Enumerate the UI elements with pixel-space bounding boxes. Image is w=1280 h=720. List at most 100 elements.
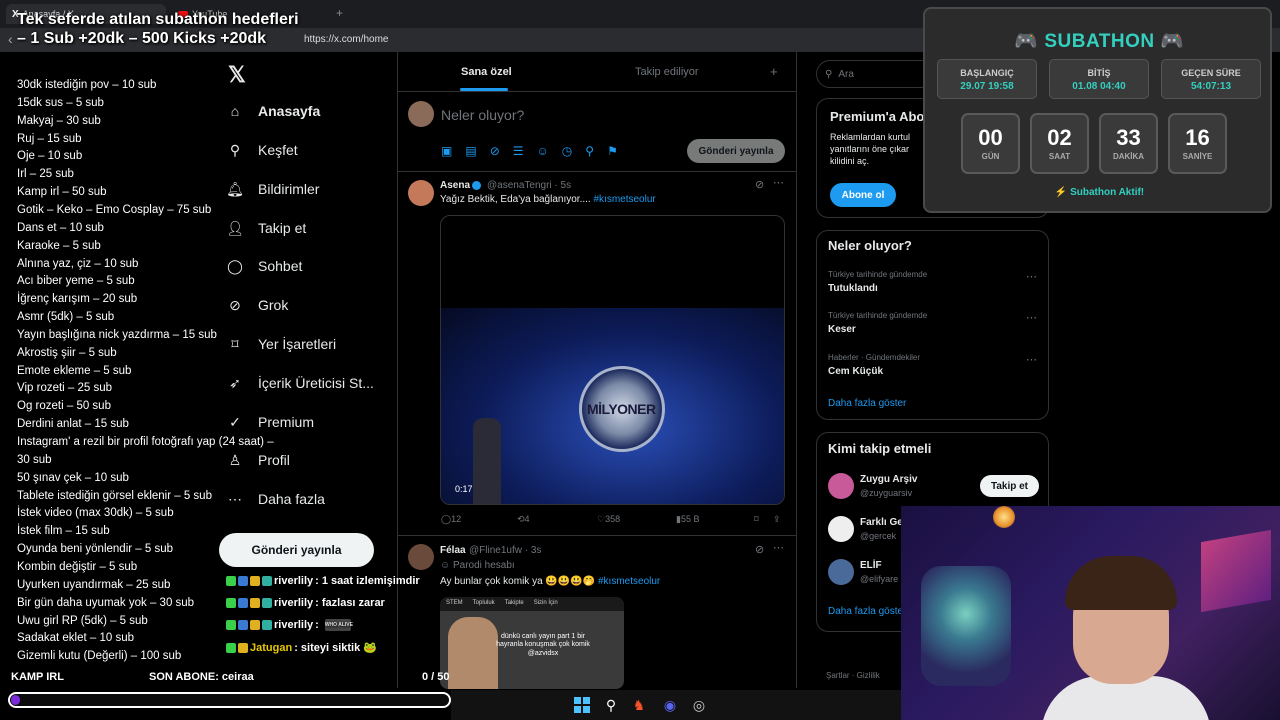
nav-label: Keşfet xyxy=(258,142,298,158)
goal-item: Uyurken uyandırmak – 25 sub xyxy=(17,578,171,591)
tweet-author[interactable]: Félaa xyxy=(440,545,466,556)
goal-item: İğrenç karışım – 20 sub xyxy=(17,293,138,306)
compose-input[interactable]: Neler oluyor? xyxy=(441,107,524,123)
countdown-hours: 02 SAAT xyxy=(1030,113,1089,174)
chat-username: riverlily xyxy=(274,619,314,631)
trend-item[interactable]: Tutuklandı xyxy=(828,283,878,294)
search-icon: ⚲ xyxy=(229,141,241,158)
nav-bookmarks[interactable]: ⌑ Yer İşaretleri xyxy=(226,335,336,353)
more-options-icon[interactable]: ⋯ xyxy=(773,541,784,554)
avatar[interactable] xyxy=(828,473,854,499)
goal-item: Oyunda beni yönlendir – 5 sub xyxy=(17,543,173,556)
show-more-follow-link[interactable]: Daha fazla göster xyxy=(828,606,906,617)
more-options-icon[interactable]: ⋯ xyxy=(773,176,784,189)
goal-item: Gotik – Keko – Emo Cosplay – 75 sub xyxy=(17,203,212,216)
location-icon[interactable]: ⚲ xyxy=(585,144,594,158)
views-button[interactable]: ▮ 55 B xyxy=(676,514,699,525)
windows-start-icon[interactable] xyxy=(573,696,591,714)
trend-item[interactable]: Keser xyxy=(828,324,856,335)
new-tab-button[interactable]: + xyxy=(336,6,343,20)
nav-chat[interactable]: ◯ Sohbet xyxy=(226,257,302,275)
tweet-handle[interactable]: @asenaTengri · 5s xyxy=(487,180,571,191)
like-button[interactable]: ♡ 358 xyxy=(597,514,620,525)
grok-icon[interactable]: ⊘ xyxy=(755,543,764,556)
post-button[interactable]: Gönderi yayınla xyxy=(219,533,374,567)
subscribe-button[interactable]: Abone ol xyxy=(830,183,896,207)
goal-item: Derdini anlat – 15 sub xyxy=(17,418,129,431)
flag-icon[interactable]: ⚑ xyxy=(607,144,618,158)
compose-post-button[interactable]: Gönderi yayınla xyxy=(687,139,785,163)
nav-premium[interactable]: ✓ Premium xyxy=(226,413,314,431)
badge-icon xyxy=(238,576,248,586)
follow-button[interactable]: Takip et xyxy=(980,475,1039,497)
follow-suggestion-name[interactable]: ELİF xyxy=(860,560,882,571)
follow-icon: 👤︎ xyxy=(226,219,244,236)
chat-message: riverlily: fazlası zarar xyxy=(226,597,385,609)
end-time-box: BİTİŞ 01.08 04:40 xyxy=(1049,59,1149,99)
back-arrow-icon[interactable]: ‹ xyxy=(8,31,13,47)
tab-following[interactable]: Takip ediliyor xyxy=(635,66,699,78)
nav-home[interactable]: ⌂ Anasayfa xyxy=(226,102,321,120)
video-frame: MİLYONER xyxy=(441,308,784,504)
avatar[interactable] xyxy=(828,559,854,585)
poll-icon[interactable]: ☰ xyxy=(513,144,524,158)
more-options-icon[interactable]: ⋯ xyxy=(1026,311,1037,324)
tweet-author[interactable]: Asena xyxy=(440,180,482,191)
schedule-icon[interactable]: ◷ xyxy=(562,144,572,158)
share-icon[interactable]: ⇪ xyxy=(773,514,781,525)
goal-progress-bar xyxy=(8,692,451,708)
elapsed-value: 54:07:13 xyxy=(1190,81,1232,92)
trend-item[interactable]: Cem Küçük xyxy=(828,366,883,377)
hashtag-link[interactable]: #kısmetseolur xyxy=(593,194,655,205)
url-field[interactable]: https://x.com/home xyxy=(304,34,388,45)
reply-button[interactable]: ◯ 12 xyxy=(441,514,461,525)
nav-creator-studio[interactable]: ➶ İçerik Üreticisi St... xyxy=(226,374,374,392)
goal-item: Og rozeti – 50 sub xyxy=(17,400,111,413)
follow-suggestion-handle: @gercek xyxy=(860,531,897,541)
follow-suggestion-name[interactable]: Zuygu Arşiv xyxy=(860,474,917,485)
nav-follow[interactable]: 👤︎ Takip et xyxy=(226,219,306,237)
avatar[interactable] xyxy=(408,180,434,206)
nav-grok[interactable]: ⊘ Grok xyxy=(226,296,288,314)
countdown-number: 16 xyxy=(1185,125,1210,150)
start-value: 29.07 19:58 xyxy=(960,81,1014,92)
avatar[interactable] xyxy=(828,516,854,542)
chat-text: : xyxy=(315,619,319,631)
badge-icon xyxy=(250,598,260,608)
hashtag-link[interactable]: #kısmetseolur xyxy=(598,576,660,587)
tab-for-you[interactable]: Sana özel xyxy=(461,66,512,78)
add-tab-icon[interactable]: + xyxy=(770,64,778,79)
retweet-button[interactable]: ⟲ 4 xyxy=(517,514,530,525)
discord-icon[interactable]: ◉ xyxy=(661,696,679,714)
image-icon[interactable]: ▣ xyxy=(441,144,452,158)
tweet-handle[interactable]: @Fline1ufw · 3s xyxy=(469,545,541,556)
obs-icon[interactable]: ◎ xyxy=(690,696,708,714)
compose-toolbar: ▣ ▤ ⊘ ☰ ☺ ◷ ⚲ ⚑ xyxy=(441,144,618,158)
chat-text: : 1 saat izlemişimdir xyxy=(315,575,420,587)
bookmark-icon[interactable]: ⌑ xyxy=(754,514,759,525)
more-options-icon[interactable]: ⋯ xyxy=(1026,270,1037,283)
grok-icon[interactable]: ⊘ xyxy=(490,144,500,158)
avatar[interactable] xyxy=(408,544,434,570)
avatar[interactable] xyxy=(408,101,434,127)
nav-more[interactable]: ⋯ Daha fazla xyxy=(226,490,325,508)
goal-item: Yayın başlığına nick yazdırma – 15 sub xyxy=(17,328,217,341)
video-player[interactable]: MİLYONER 0:17 xyxy=(440,215,785,505)
brave-browser-icon[interactable]: ♞ xyxy=(630,696,648,714)
badge-icon xyxy=(262,620,272,630)
nav-explore[interactable]: ⚲ Keşfet xyxy=(226,141,298,159)
badge-icon xyxy=(262,598,272,608)
trend-meta: Türkiye tarihinde gündemde xyxy=(828,311,928,320)
goal-item: 15dk sus – 5 sub xyxy=(17,96,104,109)
more-options-icon[interactable]: ⋯ xyxy=(1026,353,1037,366)
nav-notifications[interactable]: 🔔︎ Bildirimler xyxy=(226,180,319,198)
search-icon[interactable]: ⚲ xyxy=(602,696,620,714)
badge-icon xyxy=(238,598,248,608)
gif-icon[interactable]: ▤ xyxy=(465,144,476,158)
grok-icon[interactable]: ⊘ xyxy=(755,178,764,191)
follow-suggestion-name[interactable]: Farklı Ge xyxy=(860,517,903,528)
x-home-logo[interactable]: 𝕏 xyxy=(228,62,246,88)
nav-profile[interactable]: ♙ Profil xyxy=(226,451,290,469)
emoji-icon[interactable]: ☺ xyxy=(537,144,549,158)
show-more-trends-link[interactable]: Daha fazla göster xyxy=(828,398,906,409)
